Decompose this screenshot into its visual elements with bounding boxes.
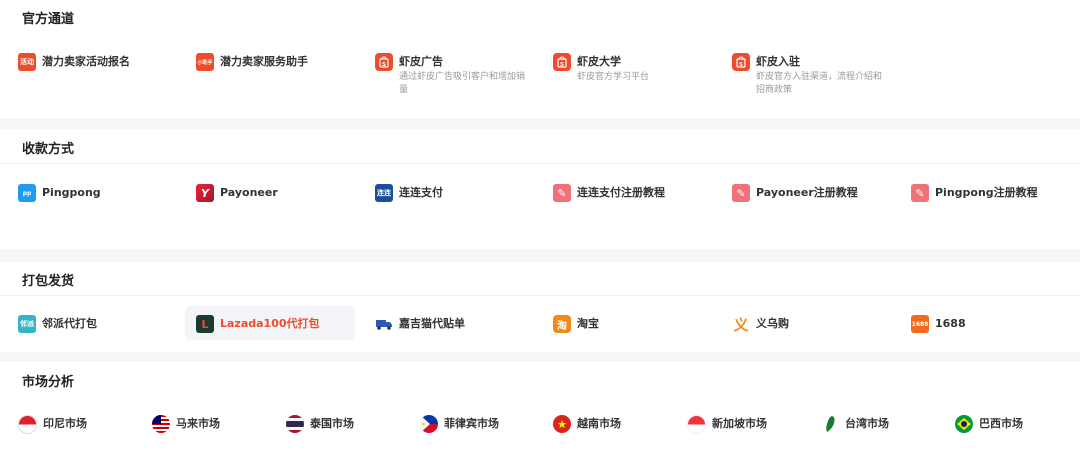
official-item-shopee-university[interactable]: S 虾皮大学 虾皮官方学习平台 — [553, 53, 711, 85]
section-title: 打包发货 — [22, 274, 75, 289]
official-item-shopee-ads[interactable]: S 虾皮广告 通过虾皮广告吸引客户和增加销量 — [375, 53, 533, 95]
payment-item-pingpong-tutorial[interactable]: ✎ Pingpong注册教程 — [911, 184, 1038, 216]
thailand-flag-icon — [286, 415, 304, 433]
shopee-bag-icon: S — [553, 53, 571, 71]
shipping-item-jiajimao[interactable]: 嘉吉猫代贴单 — [375, 315, 465, 347]
linpai-logo-icon: 邻派 — [18, 315, 36, 333]
item-label: Payoneer注册教程 — [756, 186, 858, 199]
taobao-logo-icon: 淘 — [553, 315, 571, 333]
pencil-icon: ✎ — [732, 184, 750, 202]
item-label: 虾皮大学 — [577, 55, 621, 68]
item-description: 通过虾皮广告吸引客户和增加销量 — [399, 72, 526, 95]
item-label: Pingpong注册教程 — [935, 186, 1038, 199]
item-label: 淘宝 — [577, 317, 599, 330]
market-item-singapore[interactable]: 新加坡市场 — [687, 415, 767, 447]
item-label: 潜力卖家活动报名 — [42, 55, 130, 68]
payment-methods-section: 收款方式 pp Pingpong Y Payoneer 连连 连连支付 ✎ 连连… — [0, 129, 1080, 249]
shipping-item-linpai[interactable]: 邻派 邻派代打包 — [18, 315, 97, 347]
shopee-bag-icon: S — [375, 53, 393, 71]
malaysia-flag-icon — [152, 415, 170, 433]
item-label: 连连支付注册教程 — [577, 186, 665, 199]
shipping-item-1688[interactable]: 1688 1688 — [911, 315, 966, 347]
philippines-flag-icon — [420, 415, 438, 433]
section-divider — [0, 163, 1080, 164]
pencil-icon: ✎ — [553, 184, 571, 202]
market-item-indonesia[interactable]: 印尼市场 — [18, 415, 87, 447]
section-title: 官方通道 — [22, 12, 75, 27]
svg-text:S: S — [739, 62, 743, 68]
market-item-philippines[interactable]: 菲律宾市场 — [420, 415, 499, 447]
payment-item-payoneer-tutorial[interactable]: ✎ Payoneer注册教程 — [732, 184, 858, 216]
payoneer-logo-icon: Y — [196, 184, 214, 202]
official-item-shopee-onboarding[interactable]: S 虾皮入驻 虾皮官方入驻渠道，流程介绍和招商政策 — [732, 53, 890, 95]
item-label: 1688 — [935, 317, 966, 330]
brazil-flag-icon — [955, 415, 973, 433]
payment-item-pingpong[interactable]: pp Pingpong — [18, 184, 101, 216]
1688-logo-icon: 1688 — [911, 315, 929, 333]
section-title: 收款方式 — [22, 142, 75, 157]
svg-text:S: S — [382, 62, 386, 68]
svg-text:S: S — [560, 62, 564, 68]
indonesia-flag-icon — [18, 415, 37, 434]
truck-icon — [375, 315, 393, 333]
lianlian-logo-icon: 连连 — [375, 184, 393, 202]
market-item-thailand[interactable]: 泰国市场 — [286, 415, 354, 447]
shipping-item-taobao[interactable]: 淘 淘宝 — [553, 315, 599, 347]
taiwan-map-icon — [821, 415, 839, 433]
market-analysis-section: 市场分析 印尼市场 马来市场 泰国市场 菲律宾市场 ★ 越南市场 新加坡市场 台… — [0, 362, 1080, 452]
pencil-icon: ✎ — [911, 184, 929, 202]
item-label: 台湾市场 — [845, 417, 889, 430]
item-description: 虾皮官方学习平台 — [577, 72, 650, 82]
market-item-vietnam[interactable]: ★ 越南市场 — [553, 415, 621, 447]
market-item-taiwan[interactable]: 台湾市场 — [821, 415, 889, 447]
shipping-item-lazada100[interactable]: L Lazada100代打包 — [196, 315, 320, 347]
item-label: 义乌购 — [756, 317, 789, 330]
section-title: 市场分析 — [22, 375, 75, 390]
item-label: 菲律宾市场 — [444, 417, 499, 430]
item-label: 连连支付 — [399, 186, 443, 199]
item-label: 泰国市场 — [310, 417, 354, 430]
item-label: 潜力卖家服务助手 — [220, 55, 308, 68]
singapore-flag-icon — [687, 415, 706, 434]
market-item-malaysia[interactable]: 马来市场 — [152, 415, 220, 447]
shipping-item-yiwugou[interactable]: 义 义乌购 — [732, 315, 789, 347]
item-label: 邻派代打包 — [42, 317, 97, 330]
item-label: 印尼市场 — [43, 417, 87, 430]
assistant-badge-icon: 小助手 — [196, 53, 214, 71]
item-label: 嘉吉猫代贴单 — [399, 317, 465, 330]
vietnam-flag-icon: ★ — [553, 415, 571, 433]
official-item-activity[interactable]: 活动 潜力卖家活动报名 — [18, 53, 130, 85]
section-divider — [0, 295, 1080, 296]
payment-item-lianlian-tutorial[interactable]: ✎ 连连支付注册教程 — [553, 184, 665, 216]
item-label: 新加坡市场 — [712, 417, 767, 430]
shopee-bag-icon: S — [732, 53, 750, 71]
pingpong-logo-icon: pp — [18, 184, 36, 202]
payment-item-lianlian[interactable]: 连连 连连支付 — [375, 184, 443, 216]
item-label: Pingpong — [42, 186, 101, 199]
item-label: Payoneer — [220, 186, 278, 199]
market-item-brazil[interactable]: 巴西市场 — [955, 415, 1023, 447]
lazada-logo-icon: L — [196, 315, 214, 333]
item-label: 巴西市场 — [979, 417, 1023, 430]
item-label: 越南市场 — [577, 417, 621, 430]
item-label: 虾皮入驻 — [756, 55, 800, 68]
item-label: 虾皮广告 — [399, 55, 443, 68]
item-label: 马来市场 — [176, 417, 220, 430]
packing-shipping-section: 打包发货 邻派 邻派代打包 L Lazada100代打包 嘉吉猫代贴单 淘 淘宝… — [0, 262, 1080, 352]
payment-item-payoneer[interactable]: Y Payoneer — [196, 184, 278, 216]
activity-badge-icon: 活动 — [18, 53, 36, 71]
official-item-assistant[interactable]: 小助手 潜力卖家服务助手 — [196, 53, 308, 85]
item-label: Lazada100代打包 — [220, 317, 320, 330]
item-description: 虾皮官方入驻渠道，流程介绍和招商政策 — [756, 72, 883, 95]
official-channels-section: 官方通道 活动 潜力卖家活动报名 小助手 潜力卖家服务助手 S 虾皮广告 通过虾… — [0, 0, 1080, 118]
yiwugou-logo-icon: 义 — [732, 315, 750, 333]
